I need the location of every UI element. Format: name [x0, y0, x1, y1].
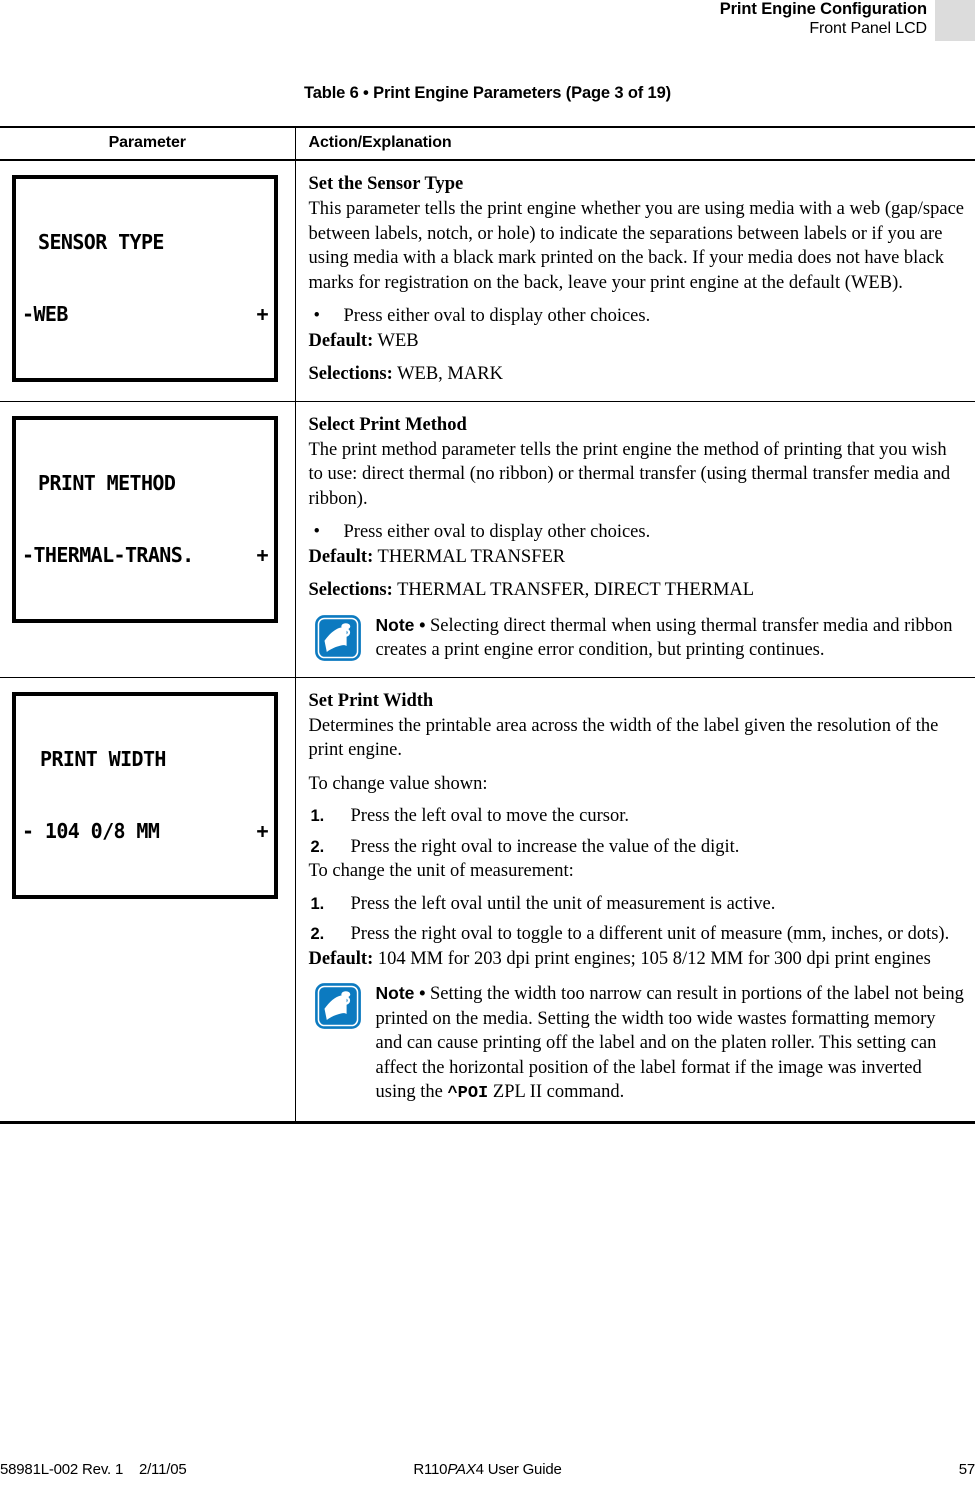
note-text: Note • Selecting direct thermal when usi…	[376, 613, 966, 663]
parameter-cell-print-width: PRINT WIDTH - 104 0/8 MM +	[0, 677, 296, 1124]
lcd-title-text: SENSOR TYPE	[38, 230, 164, 254]
step-number: 2.	[310, 925, 325, 943]
bullet-list: • Press either oval to display other choi…	[309, 520, 966, 545]
default-line: Default: 104 MM for 203 dpi print engine…	[309, 947, 966, 972]
body-paragraph: This parameter tells the print engine wh…	[308, 199, 965, 293]
zebra-note-icon	[314, 614, 361, 661]
action-cell-sensor-type: Set the Sensor Type This parameter tells…	[295, 160, 975, 402]
default-label: Default:	[308, 948, 374, 969]
section-heading: Select Print Method	[308, 414, 467, 435]
lcd-display-sensor-type: SENSOR TYPE -WEB +	[12, 175, 278, 382]
footer-guide-italic: PAX	[447, 1461, 476, 1478]
header-subtitle: Front Panel LCD	[809, 20, 927, 37]
list-item-label: Press either oval to display other choic…	[343, 522, 651, 542]
list-item-label: Press the left oval until the unit of me…	[350, 893, 776, 914]
footer-guide-title: R110PAX4 User Guide	[0, 1461, 975, 1478]
step-number: 1.	[310, 807, 325, 825]
list-item: • Press either oval to display other choi…	[309, 304, 966, 329]
default-line: Default: THERMAL TRANSFER	[309, 545, 966, 570]
list-item-label: Press the right oval to toggle to a diff…	[350, 924, 950, 944]
body-paragraph: Determines the printable area across the…	[308, 715, 939, 761]
default-value: THERMAL TRANSFER	[377, 546, 566, 567]
lcd-display-print-width: PRINT WIDTH - 104 0/8 MM +	[12, 691, 278, 899]
lcd-value-line: -THERMAL-TRANS. +	[22, 542, 269, 567]
parameter-cell-print-method: PRINT METHOD -THERMAL-TRANS. +	[0, 401, 296, 678]
table-row: PRINT METHOD -THERMAL-TRANS. + Select Pr…	[0, 401, 975, 678]
selections-value: THERMAL TRANSFER, DIRECT THERMAL	[397, 580, 755, 600]
header-text-group: Print Engine Configuration Front Panel L…	[720, 0, 927, 39]
note-message: Selecting direct thermal when using ther…	[375, 615, 953, 661]
lcd-value-line: -WEB +	[22, 302, 269, 326]
column-header-action: Action/Explanation	[295, 126, 975, 161]
footer-guide-suffix: 4 User Guide	[475, 1461, 562, 1478]
lcd-title-line: PRINT METHOD	[22, 471, 268, 495]
lcd-value-line: - 104 0/8 MM +	[22, 818, 269, 843]
lcd-title-line: SENSOR TYPE	[22, 230, 268, 254]
list-item: 1. Press the left oval to move the cursor…	[309, 804, 966, 829]
section-heading: Set the Sensor Type	[308, 174, 464, 194]
list-item: 2. Press the right oval to toggle to a di…	[309, 922, 966, 947]
lcd-title-text: PRINT WIDTH	[40, 746, 166, 771]
selections-line: Selections: THERMAL TRANSFER, DIRECT THE…	[309, 578, 966, 603]
default-label: Default:	[308, 546, 374, 567]
list-item-label: Press the right oval to increase the val…	[350, 836, 740, 857]
steps-intro-a: To change value shown:	[308, 773, 488, 794]
bullet-list: • Press either oval to display other choi…	[309, 304, 966, 329]
bullet-dot-icon: •	[313, 522, 320, 542]
body-paragraph: The print method parameter tells the pri…	[308, 439, 951, 509]
table-row: SENSOR TYPE -WEB + Set the Sensor Type T…	[0, 160, 975, 402]
numbered-list-a: 1. Press the left oval to move the cursor…	[309, 804, 966, 859]
note-label: Note •	[375, 983, 426, 1003]
lcd-value-text: -WEB	[22, 302, 68, 326]
default-line: Default: WEB	[309, 329, 966, 354]
print-engine-parameters-table: Parameter Action/Explanation SENSOR TYPE…	[0, 126, 975, 1124]
step-number: 1.	[310, 894, 325, 913]
note-block: Note • Setting the width too narrow can …	[309, 981, 966, 1107]
note-label: Note •	[375, 614, 426, 635]
default-value: 104 MM for 203 dpi print engines; 105 8/…	[377, 948, 931, 969]
default-label: Default:	[308, 330, 374, 351]
note-text: Note • Setting the width too narrow can …	[376, 981, 966, 1107]
footer-page-number: 57	[958, 1461, 975, 1478]
lcd-value-text: - 104 0/8 MM	[22, 818, 160, 843]
steps-intro-b: To change the unit of measurement:	[308, 861, 574, 881]
lcd-plus-symbol: +	[256, 818, 269, 843]
default-value: WEB	[377, 330, 419, 351]
list-item-label: Press either oval to display other choic…	[343, 306, 651, 326]
numbered-list-b: 1. Press the left oval until the unit of …	[309, 892, 966, 947]
step-number: 2.	[310, 837, 325, 856]
selections-label: Selections:	[308, 580, 393, 600]
page-footer: 58981L-002 Rev. 1 2/11/05 R110PAX4 User …	[0, 1461, 975, 1483]
lcd-display-print-method: PRINT METHOD -THERMAL-TRANS. +	[12, 415, 278, 623]
selections-line: Selections: WEB, MARK	[309, 362, 966, 387]
lcd-value-text: -THERMAL-TRANS.	[22, 542, 194, 567]
zpl-command: ^POI	[447, 1084, 489, 1103]
action-cell-print-width: Set Print Width Determines the printable…	[295, 677, 975, 1124]
note-block: Note • Selecting direct thermal when usi…	[309, 613, 966, 663]
column-header-parameter: Parameter	[0, 126, 296, 161]
table-row: PRINT WIDTH - 104 0/8 MM + Set Print Wid…	[0, 677, 975, 1124]
bullet-dot-icon: •	[313, 306, 320, 326]
header-title: Print Engine Configuration	[719, 0, 927, 18]
selections-value: WEB, MARK	[397, 364, 503, 384]
selections-label: Selections:	[308, 364, 393, 384]
list-item: 1. Press the left oval until the unit of …	[309, 892, 966, 917]
footer-guide-prefix: R110	[413, 1461, 448, 1478]
list-item-label: Press the left oval to move the cursor.	[350, 806, 629, 826]
action-cell-print-method: Select Print Method The print method par…	[295, 401, 975, 678]
parameter-cell-sensor-type: SENSOR TYPE -WEB +	[0, 160, 296, 402]
list-item: • Press either oval to display other choi…	[309, 520, 966, 545]
page-header: Print Engine Configuration Front Panel L…	[0, 0, 975, 46]
lcd-plus-symbol: +	[256, 302, 269, 326]
lcd-title-line: PRINT WIDTH	[22, 747, 268, 771]
list-item: 2. Press the right oval to increase the v…	[309, 835, 966, 860]
lcd-title-text: PRINT METHOD	[38, 470, 176, 495]
table-caption: Table 6 • Print Engine Parameters (Page …	[304, 84, 671, 102]
section-heading: Set Print Width	[308, 690, 434, 711]
zebra-note-icon	[314, 983, 361, 1029]
lcd-plus-symbol: +	[256, 542, 269, 567]
table-header-row: Parameter Action/Explanation	[0, 126, 975, 161]
header-gray-block	[935, 0, 975, 41]
note-message-after: ZPL II command.	[488, 1082, 625, 1102]
